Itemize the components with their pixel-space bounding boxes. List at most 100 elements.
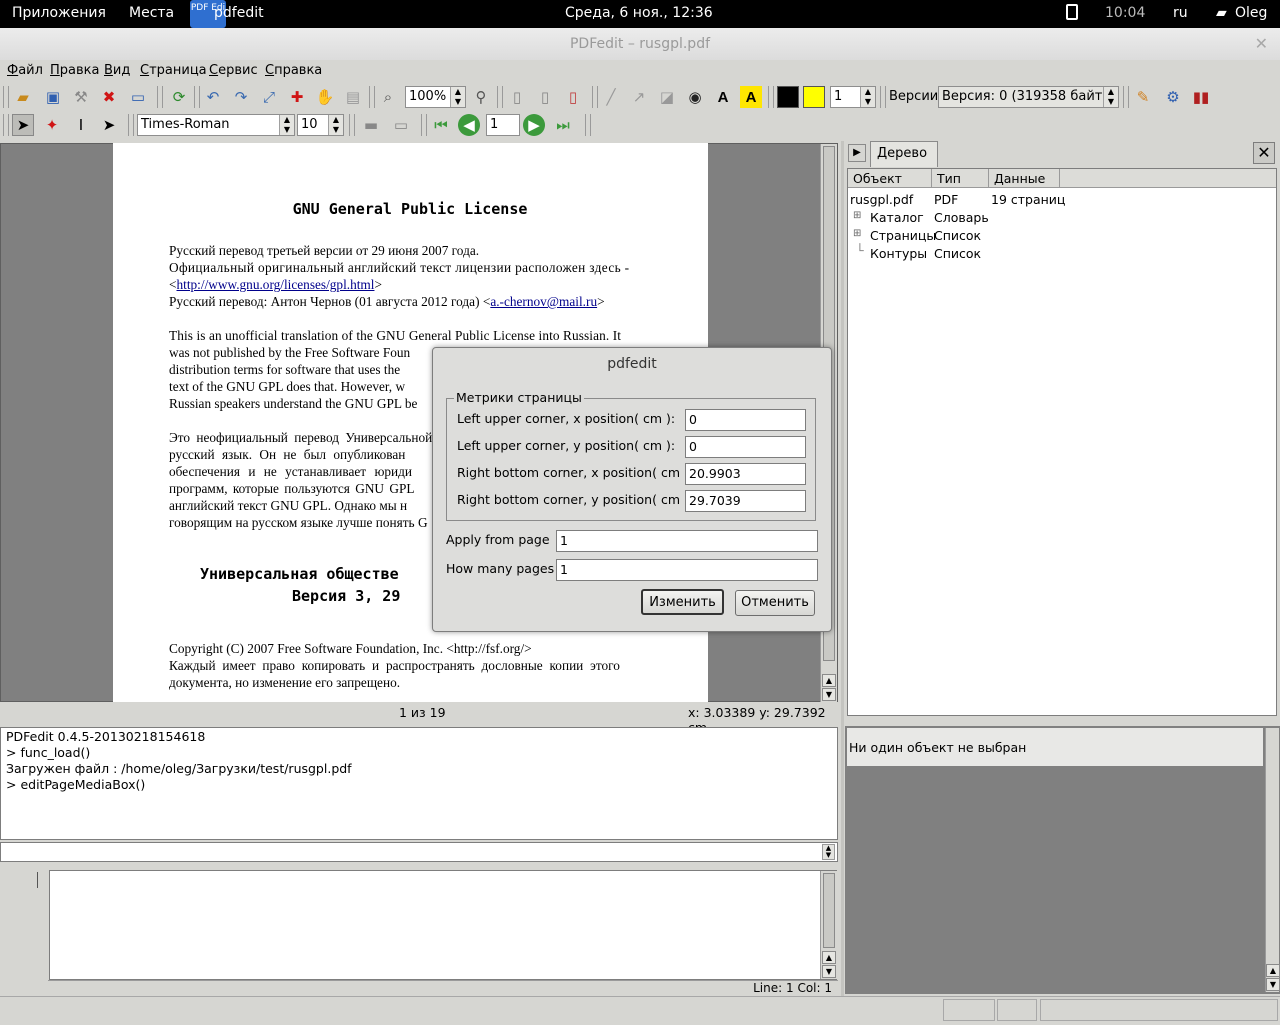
- cancel-button[interactable]: Отменить: [735, 590, 815, 616]
- active-app-name[interactable]: pdfedit: [214, 5, 264, 21]
- toolbar-grip[interactable]: [3, 86, 9, 108]
- zoom-icon[interactable]: ⌕: [377, 86, 399, 108]
- apply-button[interactable]: Изменить: [641, 589, 724, 615]
- menu-tools[interactable]: Сервис: [209, 63, 258, 78]
- highlight-icon[interactable]: A: [740, 86, 762, 108]
- rect-tool-icon[interactable]: ◪: [656, 86, 678, 108]
- font-size-combo[interactable]: 10 ▲ ▼: [297, 114, 344, 136]
- arrow-tool-icon[interactable]: ↗: [628, 86, 650, 108]
- toolbar-grip[interactable]: [1123, 86, 1129, 108]
- tools-icon[interactable]: ⚙: [1162, 86, 1184, 108]
- last-page-icon[interactable]: ⏭: [552, 114, 574, 136]
- delete-page-icon[interactable]: ▯: [562, 86, 584, 108]
- window-titlebar[interactable]: PDFedit – rusgpl.pdf ✕: [0, 28, 1280, 61]
- fit-page-icon[interactable]: ⤢: [258, 86, 280, 108]
- tab-tree[interactable]: Дерево: [870, 141, 938, 167]
- text-color-icon[interactable]: A: [712, 86, 734, 108]
- select-tool-icon[interactable]: ➤: [12, 114, 34, 136]
- script-editor[interactable]: [49, 870, 837, 980]
- save-icon[interactable]: ▣: [42, 86, 64, 108]
- print-icon[interactable]: ▤: [342, 86, 364, 108]
- select-region-icon[interactable]: ✦: [41, 114, 63, 136]
- toolbar-grip[interactable]: [585, 114, 591, 136]
- menu-help[interactable]: Справка: [265, 63, 322, 78]
- window-icon[interactable]: ▭: [127, 86, 149, 108]
- toolbar-grip[interactable]: [880, 86, 886, 108]
- line-tool-icon[interactable]: ╱: [600, 86, 622, 108]
- add-object-icon[interactable]: ✚: [286, 86, 308, 108]
- books-icon[interactable]: ▮▮: [1190, 86, 1212, 108]
- menu-edit[interactable]: Правка: [50, 63, 99, 78]
- spin-arrows-icon[interactable]: ▲ ▼: [1103, 87, 1118, 107]
- column-object[interactable]: Объект: [848, 169, 932, 188]
- menu-file[interactable]: Файл: [7, 63, 43, 78]
- hand-icon[interactable]: ✋: [314, 86, 336, 108]
- datetime[interactable]: Среда, 6 ноя., 12:36: [565, 5, 713, 21]
- left-y-input[interactable]: 0: [685, 436, 806, 458]
- insert-page-icon[interactable]: ▯: [534, 86, 556, 108]
- toolbar-grip[interactable]: [3, 114, 9, 136]
- page-number-input[interactable]: 1: [486, 114, 520, 136]
- close-file-icon[interactable]: ✖: [98, 86, 120, 108]
- fill-color-swatch[interactable]: [803, 86, 825, 108]
- open-icon[interactable]: ▰: [12, 86, 34, 108]
- spin-arrows-icon[interactable]: ▲ ▼: [450, 87, 465, 107]
- prev-page-icon[interactable]: ◀: [458, 114, 480, 136]
- spin-arrows-icon[interactable]: ▲ ▼: [279, 115, 294, 135]
- toolbar-grip[interactable]: [194, 86, 200, 108]
- next-page-icon[interactable]: ▶: [523, 114, 545, 136]
- font-combo[interactable]: Times-Roman ▲ ▼: [137, 114, 295, 136]
- user-menu[interactable]: Oleg: [1235, 5, 1267, 21]
- new-page-icon[interactable]: ▯: [506, 86, 528, 108]
- scrollbar-thumb[interactable]: [823, 873, 835, 948]
- line-width-combo[interactable]: 1 ▲ ▼: [830, 86, 876, 108]
- how-many-input[interactable]: 1: [556, 559, 818, 581]
- toolbar-grip[interactable]: [128, 114, 134, 136]
- properties-scrollbar[interactable]: ▲ ▼: [1265, 728, 1280, 992]
- scroll-up-icon[interactable]: ▲: [822, 674, 836, 687]
- scroll-down-icon[interactable]: ▼: [1266, 978, 1280, 991]
- tree-row-name[interactable]: Страницы: [870, 228, 936, 243]
- pointer-icon[interactable]: ➤: [98, 114, 120, 136]
- tree-row-name[interactable]: Контуры: [870, 246, 927, 261]
- places-menu[interactable]: Места: [129, 5, 174, 21]
- toolbar-grip[interactable]: [497, 86, 503, 108]
- reload-icon[interactable]: ⟳: [168, 86, 190, 108]
- close-panel-icon[interactable]: ✕: [1253, 142, 1275, 164]
- plugin-icon[interactable]: ✎: [1132, 86, 1154, 108]
- menu-page[interactable]: Страница: [140, 63, 207, 78]
- menu-view[interactable]: Вид: [104, 63, 130, 78]
- dialog-title[interactable]: pdfedit: [433, 348, 831, 380]
- translator-email-link[interactable]: a.-chernov@mail.ru: [490, 294, 597, 309]
- console-output[interactable]: PDFedit 0.4.5-20130218154618 > func_load…: [0, 727, 838, 840]
- eraser-icon[interactable]: ◉: [684, 86, 706, 108]
- right-x-input[interactable]: 20.9903: [685, 463, 806, 485]
- keyboard-layout[interactable]: ru: [1173, 5, 1188, 21]
- right-y-input[interactable]: 29.7039: [685, 490, 806, 512]
- toolbar-grip[interactable]: [349, 114, 355, 136]
- left-x-input[interactable]: 0: [685, 409, 806, 431]
- monitor-icon[interactable]: ▭: [390, 114, 412, 136]
- zoom-tool-icon[interactable]: ⚲: [470, 86, 492, 108]
- scroll-up-icon[interactable]: ▲: [1266, 964, 1280, 977]
- editor-vertical-scrollbar[interactable]: ▲ ▼: [820, 871, 837, 979]
- history-dropdown-icon[interactable]: ▲ ▼: [822, 844, 835, 860]
- toolbar-grip[interactable]: [768, 86, 774, 108]
- toolbar-grip[interactable]: [157, 86, 163, 108]
- gpl-link[interactable]: http://www.gnu.org/licenses/gpl.html: [177, 277, 375, 292]
- close-window-icon[interactable]: ✕: [1255, 34, 1268, 53]
- object-tree[interactable]: Объект Тип Данные rusgpl.pdf PDF 19 стра…: [847, 168, 1277, 716]
- scroll-up-icon[interactable]: ▲: [822, 951, 836, 964]
- toolbar-grip[interactable]: [421, 114, 427, 136]
- scroll-down-icon[interactable]: ▼: [822, 688, 836, 701]
- comment-icon[interactable]: ▬: [360, 114, 382, 136]
- spin-arrows-icon[interactable]: ▲ ▼: [860, 87, 875, 107]
- version-combo[interactable]: Версия: 0 (319358 байт) ▲ ▼: [938, 86, 1119, 108]
- redo-icon[interactable]: ↷: [230, 86, 252, 108]
- expand-icon[interactable]: ⊞: [853, 228, 861, 239]
- tab-scroll-icon[interactable]: ▶: [848, 144, 866, 162]
- toolbar-grip[interactable]: [369, 86, 375, 108]
- zoom-combo[interactable]: 100% ▲ ▼: [405, 86, 466, 108]
- undo-icon[interactable]: ↶: [202, 86, 224, 108]
- command-input[interactable]: ▲ ▼: [0, 842, 838, 862]
